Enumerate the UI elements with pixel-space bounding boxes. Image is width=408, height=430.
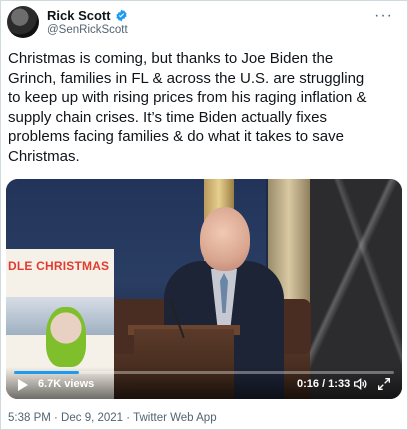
video-speaker-head <box>200 207 250 271</box>
video-marble-wall <box>310 179 402 399</box>
tweet-card: Rick Scott @SenRickScott ··· Christmas i… <box>0 0 408 430</box>
tweet-text: Christmas is coming, but thanks to Joe B… <box>8 50 367 165</box>
overlay-thumbnail-text: DLE CHRISTMAS <box>8 259 110 273</box>
video-progress-fill <box>14 371 79 374</box>
verified-badge-icon <box>115 9 127 22</box>
overlay-grinch <box>46 307 86 367</box>
more-icon[interactable]: ··· <box>374 7 393 25</box>
video-time: 0:16 / 1:33 <box>297 378 351 390</box>
author-handle[interactable]: @SenRickScott <box>47 24 128 36</box>
author-display-name[interactable]: Rick Scott <box>47 8 111 23</box>
play-icon[interactable] <box>18 379 28 391</box>
volume-icon[interactable] <box>352 376 368 392</box>
video-player[interactable]: DLE CHRISTMAS 6.7K views 0:16 / 1:33 <box>6 179 402 399</box>
author-name-row: Rick Scott <box>47 8 128 23</box>
video-views: 6.7K views <box>38 378 95 390</box>
video-progress-track[interactable] <box>14 371 394 374</box>
fullscreen-icon[interactable] <box>376 376 392 392</box>
video-controls: 6.7K views 0:16 / 1:33 <box>6 367 402 399</box>
avatar[interactable] <box>7 6 39 38</box>
tweet-meta: 5:38 PM · Dec 9, 2021 · Twitter Web App <box>8 412 217 424</box>
